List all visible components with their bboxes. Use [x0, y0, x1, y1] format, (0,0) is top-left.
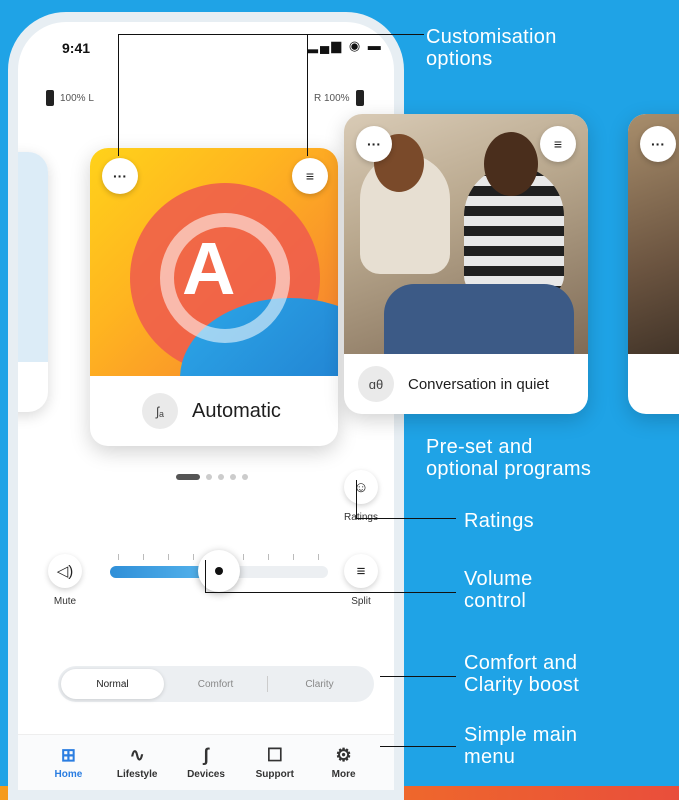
home-grid-icon: ⊞	[60, 745, 76, 765]
callout-text: options	[426, 48, 493, 70]
mode-selector: Normal Comfort Clarity	[58, 666, 374, 702]
callout-text: Volume	[464, 568, 533, 590]
ratings-button[interactable]: ☺	[344, 470, 378, 504]
program-card-automatic[interactable]: A ··· ≡ ʃₐ Automatic	[90, 148, 338, 446]
nav-label: More	[331, 769, 356, 780]
battery-icon	[46, 90, 54, 106]
program-letter: A	[182, 227, 236, 310]
nav-label: Lifestyle	[116, 769, 158, 780]
callout-line	[307, 34, 308, 156]
callout-text: Simple main	[464, 724, 578, 746]
program-label-row: ɑθ Conversation in quiet	[344, 354, 588, 414]
callout-text: control	[464, 590, 527, 612]
pager-dot	[206, 474, 212, 480]
pager-dot-active	[176, 474, 200, 480]
more-options-button[interactable]: ···	[640, 126, 676, 162]
program-pager	[176, 474, 248, 480]
callout-text: optional programs	[426, 458, 592, 480]
callout-customisation: Customisation options	[426, 26, 557, 70]
photo-person	[484, 132, 538, 196]
callout-line	[356, 480, 357, 518]
callout-menu: Simple main menu	[464, 724, 577, 768]
split-label: Split	[351, 596, 371, 607]
callout-line	[205, 592, 456, 593]
nav-label: Devices	[187, 769, 225, 780]
right-battery-label: R 100%	[314, 92, 350, 104]
nav-label: Support	[255, 769, 294, 780]
callout-line	[205, 560, 206, 592]
pulse-icon: ∿	[129, 745, 145, 765]
mode-normal[interactable]: Normal	[61, 669, 164, 699]
sliders-icon: ≡	[356, 562, 366, 580]
pager-dot	[242, 474, 248, 480]
callout-text: menu	[464, 746, 516, 768]
previous-program-art	[18, 152, 48, 362]
program-card-conversation[interactable]: ··· ≡ ɑθ Conversation in quiet	[344, 114, 588, 414]
split-button[interactable]: ≡	[344, 554, 378, 588]
callout-ratings: Ratings	[464, 510, 534, 532]
photo-detail	[384, 284, 574, 354]
more-options-button[interactable]: ···	[102, 158, 138, 194]
nav-home[interactable]: ⊞ Home	[40, 745, 96, 790]
nav-devices[interactable]: ʃ Devices	[178, 745, 234, 790]
callout-text: Clarity boost	[464, 674, 580, 696]
mode-comfort[interactable]: Comfort	[164, 669, 267, 699]
gear-icon: ⚙	[335, 745, 352, 765]
main-menu: ⊞ Home ∿ Lifestyle ʃ Devices ☐ Support ⚙…	[18, 734, 394, 790]
right-battery: R 100%	[314, 90, 364, 106]
customise-button[interactable]: ≡	[292, 158, 328, 194]
program-label-row: ʃₐ Automatic	[90, 376, 338, 446]
callout-programs: Pre-set and optional programs	[426, 436, 591, 480]
status-icons: ▂▄▆ ◉ ▬	[308, 38, 383, 53]
previous-program-card[interactable]	[18, 152, 48, 412]
hearing-aid-icon: ʃ	[202, 745, 209, 765]
conversation-program-icon: ɑθ	[358, 366, 394, 402]
more-options-button[interactable]: ···	[356, 126, 392, 162]
callout-text: Comfort and	[464, 652, 578, 674]
customise-button[interactable]: ≡	[540, 126, 576, 162]
callout-line	[118, 34, 424, 35]
program-card-next[interactable]: ···	[628, 114, 679, 414]
callout-text: Pre-set and	[426, 436, 533, 458]
chat-icon: ☐	[266, 745, 283, 765]
callout-text: Customisation	[426, 26, 557, 48]
nav-support[interactable]: ☐ Support	[247, 745, 303, 790]
nav-label: Home	[54, 769, 83, 780]
left-battery-label: 100% L	[60, 92, 94, 104]
pager-dot	[230, 474, 236, 480]
callout-boost: Comfort and Clarity boost	[464, 652, 579, 696]
mute-button[interactable]: ◁)	[48, 554, 82, 588]
callout-line	[380, 746, 456, 747]
callout-volume: Volume control	[464, 568, 533, 612]
mute-label: Mute	[53, 596, 77, 607]
program-name: Automatic	[192, 399, 281, 422]
callout-line	[380, 676, 456, 677]
nav-more[interactable]: ⚙ More	[316, 745, 372, 790]
program-name: Conversation in quiet	[408, 375, 549, 393]
status-time: 9:41	[62, 40, 91, 56]
battery-icon	[355, 90, 364, 106]
pager-dot	[218, 474, 224, 480]
speaker-icon: ◁)	[56, 563, 74, 580]
left-battery: 100% L	[46, 90, 94, 106]
hearing-program-icon: ʃₐ	[142, 393, 178, 429]
callout-line	[356, 518, 456, 519]
callout-line	[118, 34, 119, 156]
mode-clarity[interactable]: Clarity	[268, 669, 371, 699]
nav-lifestyle[interactable]: ∿ Lifestyle	[109, 745, 165, 790]
